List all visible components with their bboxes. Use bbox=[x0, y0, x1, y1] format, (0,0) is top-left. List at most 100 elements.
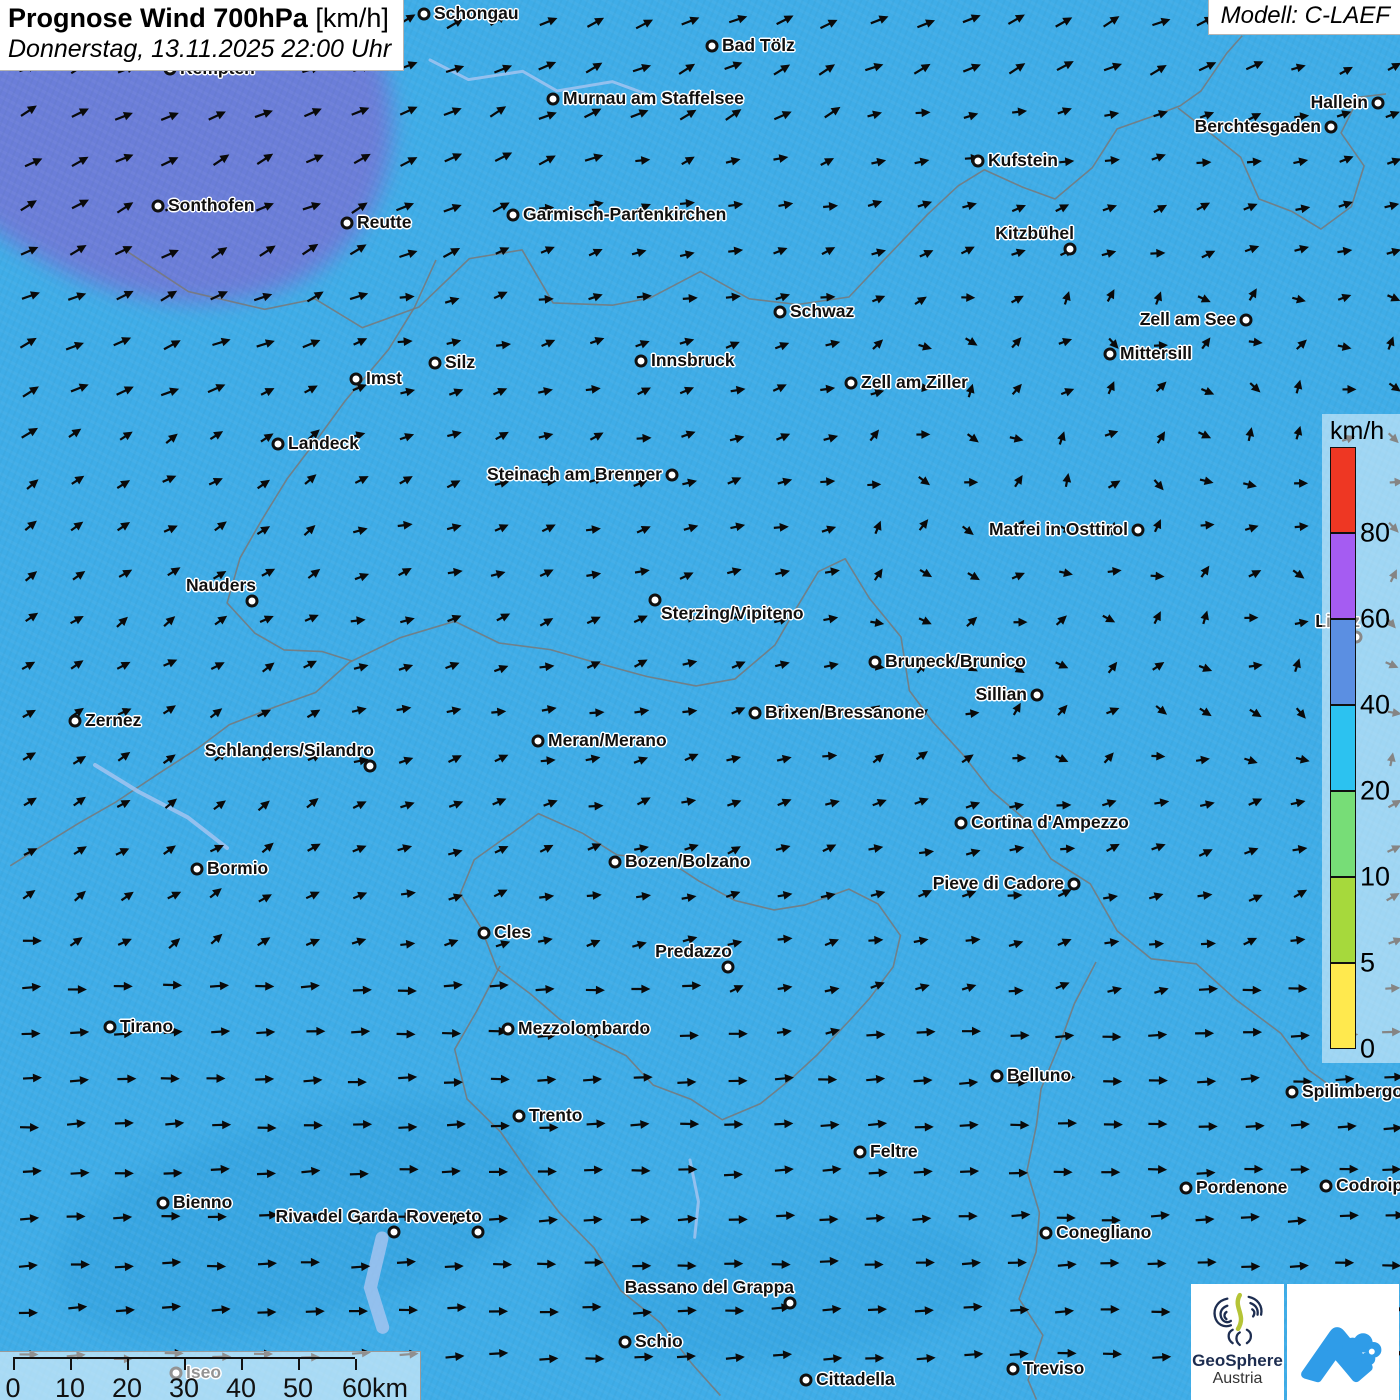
scale-tick bbox=[298, 1359, 300, 1370]
scale-tick-label: 40 bbox=[226, 1373, 256, 1400]
city-label: Bienno bbox=[173, 1192, 232, 1213]
city-marker bbox=[364, 760, 377, 773]
legend-tick-label: 40 bbox=[1360, 690, 1390, 721]
city-label: Kitzbühel bbox=[995, 223, 1074, 244]
city-label: Murnau am Staffelsee bbox=[563, 88, 744, 109]
scale-tick-label: 60km bbox=[342, 1373, 408, 1400]
city-label: Cles bbox=[494, 922, 531, 943]
title-box: Prognose Wind 700hPa [km/h] Donnerstag, … bbox=[0, 0, 403, 70]
city-marker bbox=[784, 1297, 797, 1310]
city-label: Tirano bbox=[120, 1016, 173, 1037]
city-label: Brixen/Bressanone bbox=[765, 702, 925, 723]
legend-segment bbox=[1330, 619, 1356, 705]
city-label: Mittersill bbox=[1120, 343, 1192, 364]
model-label: Modell: C-LAEF bbox=[1209, 0, 1400, 34]
city-label: Treviso bbox=[1023, 1358, 1084, 1379]
legend-tick-label: 80 bbox=[1360, 518, 1390, 549]
city-marker bbox=[1104, 348, 1117, 361]
weather-map: SchongauBad TölzKemptenMurnau am Staffel… bbox=[0, 0, 1400, 1400]
scale-tick bbox=[70, 1359, 72, 1370]
legend-segment bbox=[1330, 791, 1356, 877]
legend-segment bbox=[1330, 447, 1356, 533]
city-label: Zell am Ziller bbox=[861, 372, 968, 393]
city-marker bbox=[649, 594, 662, 607]
city-label: Bruneck/Brunico bbox=[885, 651, 1026, 672]
legend-unit-label: km/h bbox=[1330, 417, 1384, 446]
city-marker bbox=[1286, 1086, 1299, 1099]
city-marker bbox=[429, 357, 442, 370]
scale-tick bbox=[241, 1359, 243, 1370]
city-marker bbox=[955, 817, 968, 830]
city-marker bbox=[152, 200, 165, 213]
legend-tick-label: 0 bbox=[1360, 1034, 1375, 1065]
city-label: Feltre bbox=[870, 1141, 918, 1162]
scale-tick bbox=[13, 1359, 15, 1370]
city-marker bbox=[972, 155, 985, 168]
city-label: Bad Tölz bbox=[722, 35, 795, 56]
city-marker bbox=[1320, 1180, 1333, 1193]
city-marker bbox=[507, 209, 520, 222]
city-marker bbox=[502, 1023, 515, 1036]
city-label: Nauders bbox=[186, 575, 256, 596]
city-marker bbox=[69, 715, 82, 728]
city-label: Codroipo bbox=[1336, 1175, 1400, 1196]
geosphere-logo[interactable]: GeoSphere Austria bbox=[1191, 1284, 1284, 1400]
city-label: Berchtesgaden bbox=[1195, 116, 1321, 137]
city-marker bbox=[635, 355, 648, 368]
city-marker bbox=[1372, 97, 1385, 110]
forecast-datetime: Donnerstag, 13.11.2025 22:00 Uhr bbox=[8, 35, 391, 64]
city-label: Kufstein bbox=[988, 150, 1058, 171]
city-label: Conegliano bbox=[1056, 1222, 1151, 1243]
city-label: Riva del Garda bbox=[275, 1206, 398, 1227]
city-label: Pordenone bbox=[1196, 1177, 1287, 1198]
legend-segment bbox=[1330, 705, 1356, 791]
city-marker bbox=[1240, 314, 1253, 327]
scale-tick-label: 30 bbox=[169, 1373, 199, 1400]
city-marker bbox=[666, 469, 679, 482]
legend-tick-label: 5 bbox=[1360, 948, 1375, 979]
legend-tick-label: 60 bbox=[1360, 604, 1390, 635]
city-marker bbox=[532, 735, 545, 748]
geosphere-country: Austria bbox=[1213, 1370, 1263, 1388]
scale-tick-label: 20 bbox=[112, 1373, 142, 1400]
city-marker bbox=[341, 217, 354, 230]
scale-tick-label: 50 bbox=[283, 1373, 313, 1400]
city-label: Spilimbergo bbox=[1302, 1081, 1400, 1102]
scale-tick bbox=[355, 1359, 357, 1370]
city-label: Sillian bbox=[975, 684, 1027, 705]
page-title: Prognose Wind 700hPa [km/h] bbox=[8, 3, 391, 34]
city-label: Matrei in Osttirol bbox=[989, 519, 1128, 540]
city-marker bbox=[1064, 243, 1077, 256]
city-label: Bassano del Grappa bbox=[625, 1277, 794, 1298]
city-marker bbox=[547, 93, 560, 106]
city-marker bbox=[706, 40, 719, 53]
scale-bar: 0102030405060km bbox=[0, 1352, 420, 1400]
geosphere-contour-icon bbox=[1206, 1288, 1270, 1352]
city-marker bbox=[1040, 1227, 1053, 1240]
city-marker bbox=[845, 377, 858, 390]
city-marker bbox=[1031, 689, 1044, 702]
city-label: Pieve di Cadore bbox=[933, 873, 1064, 894]
city-marker bbox=[609, 856, 622, 869]
city-label: Schongau bbox=[434, 3, 519, 24]
city-marker bbox=[272, 438, 285, 451]
legend-tick-label: 10 bbox=[1360, 862, 1390, 893]
city-label: Garmisch-Partenkirchen bbox=[523, 204, 726, 225]
mountain-logo[interactable] bbox=[1287, 1284, 1399, 1400]
city-marker bbox=[104, 1021, 117, 1034]
city-label: Rovereto bbox=[406, 1206, 482, 1227]
city-label: Innsbruck bbox=[651, 350, 735, 371]
city-marker bbox=[854, 1146, 867, 1159]
city-label: Silz bbox=[445, 352, 475, 373]
city-marker bbox=[246, 595, 259, 608]
scale-tick-label: 0 bbox=[5, 1373, 20, 1400]
legend-segment bbox=[1330, 963, 1356, 1049]
city-marker bbox=[472, 1226, 485, 1239]
city-label: Steinach am Brenner bbox=[487, 464, 662, 485]
legend-tick-label: 20 bbox=[1360, 776, 1390, 807]
geosphere-wordmark: GeoSphere bbox=[1192, 1352, 1283, 1370]
city-label: Trento bbox=[529, 1105, 582, 1126]
city-label: Predazzo bbox=[655, 941, 732, 962]
city-label: Hallein bbox=[1311, 92, 1368, 113]
city-marker bbox=[157, 1197, 170, 1210]
